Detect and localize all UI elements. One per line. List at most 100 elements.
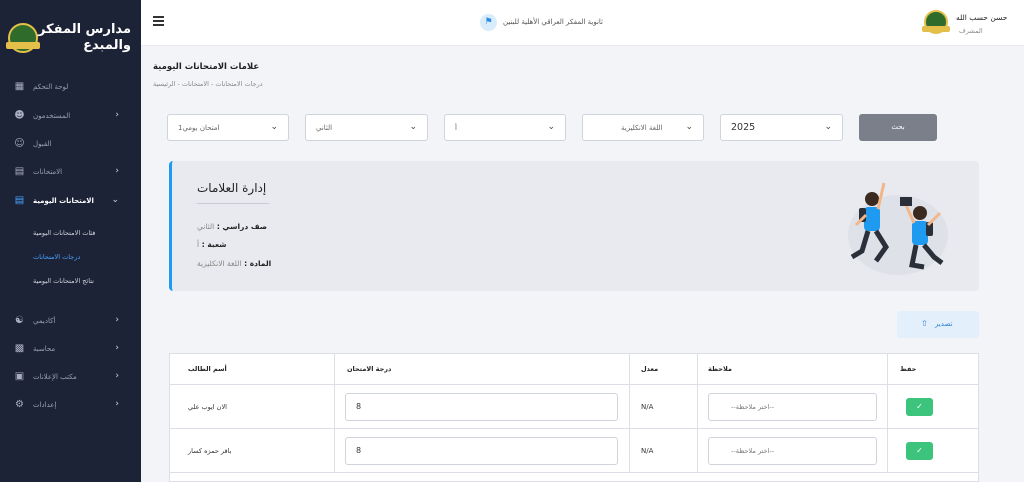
average-cell: N/A bbox=[630, 385, 698, 429]
chevron-right-icon: › bbox=[115, 110, 119, 120]
brand: مدارس المفكر والمبدع bbox=[0, 0, 141, 72]
header-average: معدل bbox=[630, 354, 698, 384]
users-icon: ☻ bbox=[14, 110, 25, 121]
chevron-down-icon: ⌄ bbox=[270, 122, 278, 132]
save-cell: ✓ bbox=[888, 429, 978, 473]
chevron-down-icon: ⌄ bbox=[111, 195, 119, 205]
chevron-down-icon: ⌄ bbox=[547, 122, 555, 132]
year-select[interactable]: 2025 ⌄ bbox=[720, 114, 843, 141]
table-row: الان ايوب علي 8 N/A --اختر ملاحظة-- ✓ bbox=[170, 384, 978, 429]
upload-icon: ⇧ bbox=[921, 319, 928, 328]
sidebar-item-admission[interactable]: ☺ القبول bbox=[0, 133, 141, 155]
page-title: علامات الامتحانات اليومية bbox=[153, 62, 260, 72]
sidebar-item-exams[interactable]: ▤ الامتحانات › bbox=[0, 161, 141, 183]
school-name: ثانوية المفكر العراقي الأهلية للبنين bbox=[503, 18, 604, 26]
chevron-right-icon: › bbox=[115, 371, 119, 381]
header-save: حفظ bbox=[900, 365, 917, 373]
sidebar-subitem-exam-grades[interactable]: درجات الامتحانات bbox=[33, 253, 80, 261]
sidebar-item-label: إعدادات bbox=[33, 401, 57, 409]
chevron-right-icon: › bbox=[115, 166, 119, 176]
user-avatar[interactable] bbox=[922, 10, 950, 34]
topbar: ⚑ ثانوية المفكر العراقي الأهلية للبنين ح… bbox=[141, 0, 1024, 46]
note-cell: --اختر ملاحظة-- bbox=[698, 385, 888, 429]
user-plus-icon: ☺ bbox=[14, 138, 25, 149]
school-icon: ⚑ bbox=[480, 14, 497, 31]
chevron-down-icon: ⌄ bbox=[685, 122, 693, 132]
sidebar-item-label: المستخدمون bbox=[33, 112, 71, 120]
sidebar-item-daily-exams[interactable]: ▤ الامتحانات اليومية ⌄ bbox=[0, 190, 141, 212]
user-name[interactable]: حسن حسب الله bbox=[956, 13, 1007, 22]
grade-select[interactable]: الثاني ⌄ bbox=[305, 114, 428, 141]
breadcrumb[interactable]: درجات الامتحانات - الامتحانات - الرئيسية bbox=[153, 80, 263, 88]
save-check-button[interactable]: ✓ bbox=[906, 398, 933, 416]
grade-cell: 8 bbox=[335, 385, 630, 429]
sidebar-item-accounting[interactable]: ▩ محاسبة › bbox=[0, 338, 141, 360]
sidebar-item-settings[interactable]: ⚙ إعدادات › bbox=[0, 394, 141, 416]
exam-select-value: امتحان يومي1 bbox=[178, 124, 220, 132]
table-row-partial bbox=[170, 472, 978, 482]
student-name-cell: باقر حمزه كسار bbox=[170, 429, 335, 473]
menu-icon[interactable] bbox=[153, 16, 164, 26]
sidebar-item-label: محاسبة bbox=[33, 345, 56, 353]
save-check-button[interactable]: ✓ bbox=[906, 442, 933, 460]
grade-info-value: الثاني bbox=[197, 222, 215, 231]
header-note: ملاحظة bbox=[698, 354, 888, 384]
grade-cell: 8 bbox=[335, 429, 630, 473]
chevron-down-icon: ⌄ bbox=[409, 122, 417, 132]
exam-select[interactable]: امتحان يومي1 ⌄ bbox=[167, 114, 289, 141]
grade-select-value: الثاني bbox=[316, 124, 333, 132]
chevron-right-icon: › bbox=[115, 315, 119, 325]
section-info-value: أ bbox=[197, 240, 200, 249]
note-select[interactable]: --اختر ملاحظة-- bbox=[708, 437, 877, 465]
academic-icon: ☯ bbox=[15, 315, 24, 326]
sidebar-item-academic[interactable]: ☯ أكاديمي › bbox=[0, 310, 141, 332]
sidebar-subitem-exam-results[interactable]: نتائج الامتحانات اليومية bbox=[33, 277, 94, 285]
table-row: باقر حمزه كسار 8 N/A --اختر ملاحظة-- ✓ bbox=[170, 428, 978, 473]
year-select-value: 2025 bbox=[731, 122, 756, 133]
section-info-label: شعبة : bbox=[201, 240, 227, 249]
sidebar-item-label: القبول bbox=[33, 140, 52, 148]
document-icon: ▤ bbox=[14, 166, 25, 177]
grade-input[interactable]: 8 bbox=[345, 393, 618, 421]
average-cell: N/A bbox=[630, 429, 698, 473]
chevron-right-icon: › bbox=[115, 399, 119, 409]
grade-input[interactable]: 8 bbox=[345, 437, 618, 465]
sidebar: مدارس المفكر والمبدع ▦ لوحة التحكم ☻ الم… bbox=[0, 0, 141, 482]
sidebar-item-label: أكاديمي bbox=[33, 317, 56, 325]
document-icon: ▤ bbox=[14, 195, 25, 206]
grades-table: أسم الطالب درجة الامتحان معدل ملاحظة حفظ… bbox=[169, 353, 979, 482]
sidebar-item-announcements[interactable]: ▣ مكتب الإعلانات › bbox=[0, 366, 141, 388]
sidebar-item-label: مكتب الإعلانات bbox=[33, 373, 77, 381]
briefcase-icon: ▣ bbox=[14, 371, 25, 382]
section-info: شعبة : أ bbox=[197, 240, 227, 249]
card-title: إدارة العلامات bbox=[197, 181, 267, 195]
accounting-icon: ▩ bbox=[14, 343, 25, 354]
sidebar-item-label: الامتحانات bbox=[33, 168, 63, 176]
students-illustration bbox=[848, 182, 948, 275]
gear-icon: ⚙ bbox=[15, 399, 24, 410]
student-name-cell: الان ايوب علي bbox=[170, 385, 335, 429]
grade-info-label: صف دراسي : bbox=[216, 222, 267, 231]
subject-info-value: اللغة الانكليزية bbox=[197, 259, 242, 268]
search-button[interactable]: بحث bbox=[859, 114, 937, 141]
note-cell: --اختر ملاحظة-- bbox=[698, 429, 888, 473]
header-grade: درجة الامتحان bbox=[335, 354, 630, 384]
section-select-value: أ bbox=[455, 124, 457, 132]
brand-title: مدارس المفكر والمبدع bbox=[37, 22, 131, 53]
subject-select[interactable]: اللغة الانكليزية ⌄ bbox=[582, 114, 704, 141]
subject-info-label: المادة : bbox=[244, 259, 272, 268]
header-student: أسم الطالب bbox=[170, 354, 335, 384]
save-cell: ✓ bbox=[888, 385, 978, 429]
section-select[interactable]: أ ⌄ bbox=[444, 114, 566, 141]
grade-info: صف دراسي : الثاني bbox=[197, 222, 267, 231]
export-button[interactable]: ⇧ تصدير bbox=[897, 311, 979, 338]
sidebar-item-label: لوحة التحكم bbox=[33, 83, 69, 91]
sidebar-subitem-exam-categories[interactable]: فئات الامتحانات اليومية bbox=[33, 229, 95, 237]
subject-select-value: اللغة الانكليزية bbox=[621, 124, 663, 132]
export-label: تصدير bbox=[935, 320, 953, 328]
chevron-right-icon: › bbox=[115, 343, 119, 353]
note-select[interactable]: --اختر ملاحظة-- bbox=[708, 393, 877, 421]
sidebar-item-users[interactable]: ☻ المستخدمون › bbox=[0, 105, 141, 127]
school-logo bbox=[6, 23, 40, 53]
sidebar-item-dashboard[interactable]: ▦ لوحة التحكم bbox=[0, 76, 141, 98]
